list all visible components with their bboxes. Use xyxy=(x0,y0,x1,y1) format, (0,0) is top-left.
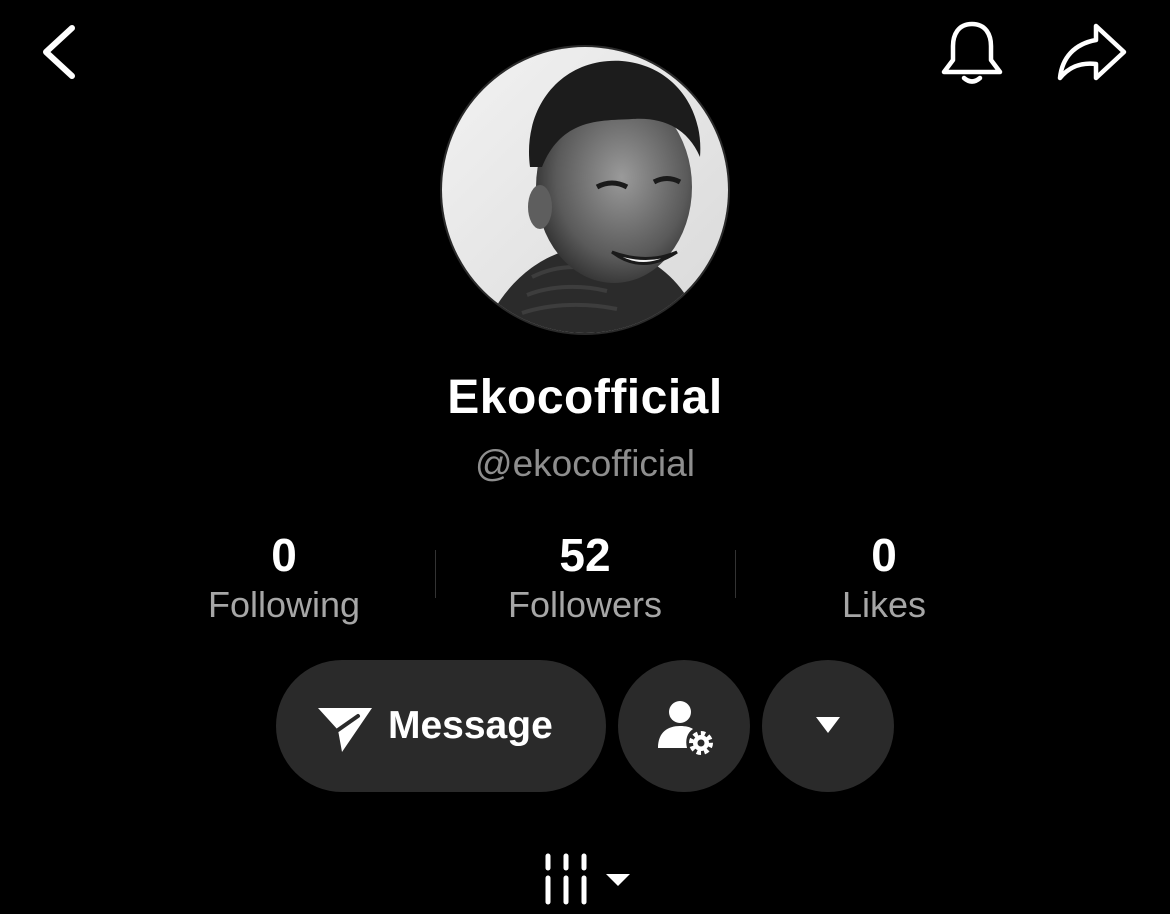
stat-followers[interactable]: 52 Followers xyxy=(435,528,735,628)
profile-settings-button[interactable] xyxy=(618,660,750,792)
stat-following[interactable]: 0 Following xyxy=(134,528,434,628)
message-button[interactable]: Message xyxy=(276,660,606,792)
username-handle: @ekocofficial xyxy=(475,443,695,484)
profile-avatar[interactable] xyxy=(440,45,730,335)
share-button[interactable] xyxy=(1052,18,1132,88)
stat-value: 52 xyxy=(559,529,611,581)
user-gear-icon xyxy=(658,701,713,755)
paper-plane-icon xyxy=(318,708,372,752)
back-button[interactable] xyxy=(30,20,90,84)
bell-icon xyxy=(941,21,1003,84)
share-arrow-icon xyxy=(1057,23,1127,81)
stat-value: 0 xyxy=(271,529,297,581)
caret-down-icon xyxy=(816,717,840,733)
chevron-left-icon xyxy=(43,25,75,79)
grid-filter-tab[interactable] xyxy=(540,848,635,908)
avatar-portrait xyxy=(442,47,728,333)
stat-label: Following xyxy=(207,584,361,625)
display-name: Ekocofficial xyxy=(447,371,723,424)
stat-value: 0 xyxy=(871,529,897,581)
more-options-button[interactable] xyxy=(762,660,894,792)
grid-filter-icon xyxy=(545,853,630,905)
stat-label: Likes xyxy=(841,584,927,625)
notification-button[interactable] xyxy=(936,18,1008,88)
message-button-label: Message xyxy=(388,704,553,747)
stat-likes[interactable]: 0 Likes xyxy=(734,528,1034,628)
stat-label: Followers xyxy=(507,584,663,625)
